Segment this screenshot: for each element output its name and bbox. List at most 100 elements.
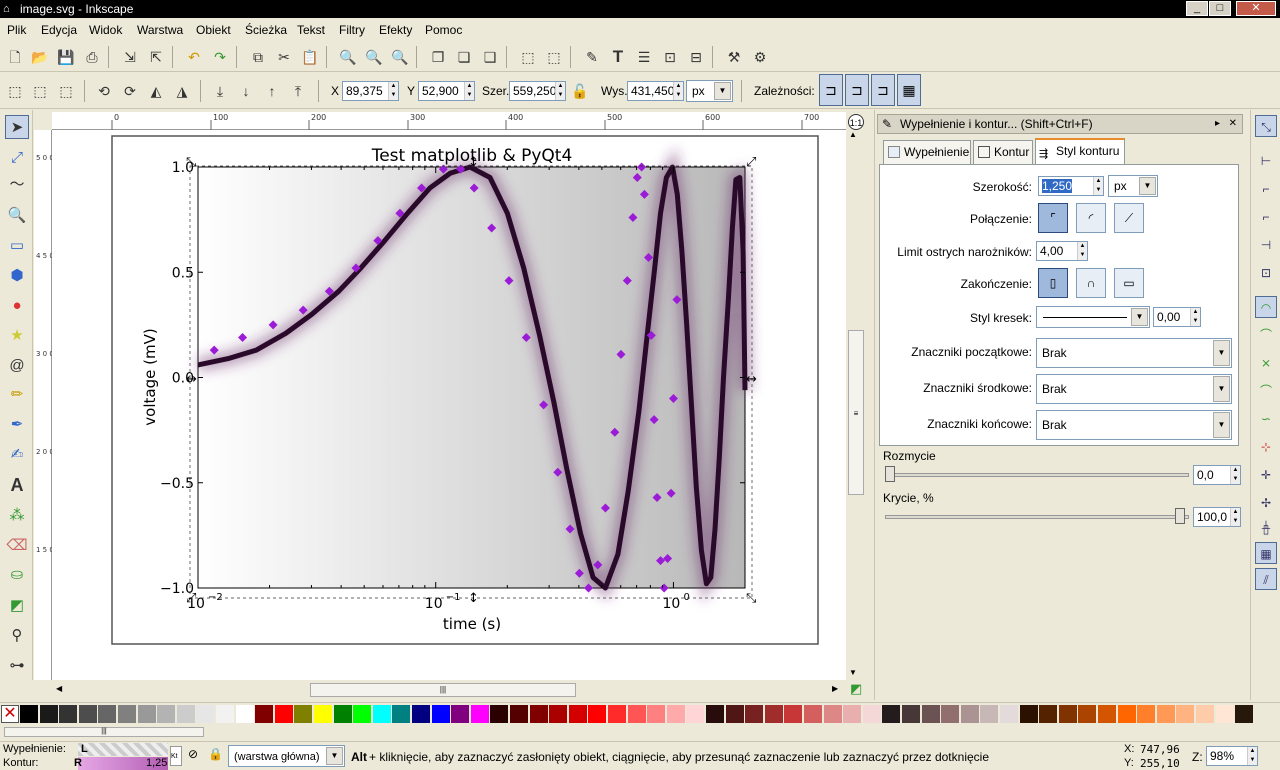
clone-icon[interactable]: ❏ xyxy=(453,46,475,68)
paint-bucket-tool-icon[interactable]: ⛀ xyxy=(5,563,29,587)
color-swatch[interactable] xyxy=(960,705,979,723)
select-all-layers-icon[interactable]: ⬚ xyxy=(29,80,51,102)
document-properties-icon[interactable]: ⚙ xyxy=(749,46,771,68)
snap-enable-icon[interactable]: ⤡ xyxy=(1255,115,1277,137)
close-button[interactable]: ✕ xyxy=(1236,1,1276,16)
menu-file[interactable]: Plik xyxy=(7,23,26,37)
preferences-icon[interactable]: ⚒ xyxy=(723,46,745,68)
opacity-input[interactable]: 100,0 ▲ ▼ xyxy=(1193,507,1241,527)
height-input[interactable]: 431,450 ▲ ▼ xyxy=(627,81,684,101)
color-swatch[interactable] xyxy=(235,705,254,723)
color-swatch[interactable] xyxy=(941,705,960,723)
color-swatch[interactable] xyxy=(647,705,666,723)
start-markers-select[interactable]: Brak ▼ xyxy=(1036,338,1232,368)
unlink-clone-icon[interactable]: ❑ xyxy=(479,46,501,68)
palette-scrollbar[interactable]: ||| xyxy=(0,724,1280,740)
color-swatch[interactable] xyxy=(176,705,195,723)
move-patterns-toggle[interactable]: ▦ xyxy=(897,74,921,106)
menu-help[interactable]: Pomoc xyxy=(425,23,462,37)
menu-filters[interactable]: Filtry xyxy=(339,23,365,37)
color-swatch[interactable] xyxy=(588,705,607,723)
lower-bottom-icon[interactable]: ⤓ xyxy=(209,80,231,102)
snap-bbox-midpoints-icon[interactable]: ⊣ xyxy=(1255,234,1277,256)
color-swatch[interactable] xyxy=(843,705,862,723)
flip-horizontal-icon[interactable]: ◭ xyxy=(145,80,167,102)
snap-guides-icon[interactable]: ⫽ xyxy=(1255,568,1277,590)
scale-stroke-toggle[interactable]: ⊐ xyxy=(819,74,843,106)
ellipse-tool-icon[interactable]: ● xyxy=(5,294,29,318)
no-paint-swatch[interactable]: ✕ xyxy=(1,705,19,723)
rectangle-tool-icon[interactable]: ▭ xyxy=(5,234,29,258)
tweak-tool-icon[interactable]: 〜 xyxy=(5,173,29,197)
blur-slider-knob[interactable] xyxy=(885,466,895,482)
select-all-icon[interactable]: ⬚ xyxy=(4,80,26,102)
text-font-icon[interactable]: T xyxy=(607,46,629,68)
menu-edit[interactable]: Edycja xyxy=(41,23,77,37)
menu-view[interactable]: Widok xyxy=(89,23,122,37)
undo-icon[interactable]: ↶ xyxy=(183,46,205,68)
xml-editor-icon[interactable]: ⊡ xyxy=(659,46,681,68)
blur-slider-track[interactable] xyxy=(885,473,1189,477)
join-round-button[interactable]: ◜ xyxy=(1076,203,1106,233)
snap-rotation-center-icon[interactable]: ✢ xyxy=(1255,492,1277,514)
deselect-icon[interactable]: ⬚ xyxy=(55,80,77,102)
color-swatch[interactable] xyxy=(392,705,411,723)
opacity-slider-knob[interactable] xyxy=(1175,508,1185,524)
color-swatch[interactable] xyxy=(1098,705,1116,723)
color-swatch[interactable] xyxy=(451,705,470,723)
move-gradients-toggle[interactable]: ⊐ xyxy=(871,74,895,106)
color-swatch[interactable] xyxy=(20,705,38,723)
snap-midpoints-icon[interactable]: ⊹ xyxy=(1255,436,1277,458)
y-input[interactable]: 52,900 ▲ ▼ xyxy=(418,81,475,101)
vertical-scrollbar[interactable]: ▲ ≡ ▼ xyxy=(846,130,866,680)
snap-grid-icon[interactable]: ▦ xyxy=(1255,542,1277,564)
redo-icon[interactable]: ↷ xyxy=(209,46,231,68)
color-swatch[interactable] xyxy=(1019,705,1038,723)
fill-indicator-swatch[interactable]: L xyxy=(78,743,168,756)
menu-text[interactable]: Tekst xyxy=(297,23,325,37)
cut-icon[interactable]: ✂ xyxy=(273,46,295,68)
color-swatch[interactable] xyxy=(627,705,646,723)
node-tool-icon[interactable]: ⤢ xyxy=(5,146,29,170)
dialog-collapse-icon[interactable]: ▸ xyxy=(1215,115,1220,133)
gradient-tool-icon[interactable]: ◩ xyxy=(5,594,29,618)
color-swatch[interactable] xyxy=(686,705,705,723)
cap-round-button[interactable]: ∩ xyxy=(1076,268,1106,298)
menu-effects[interactable]: Efekty xyxy=(379,23,412,37)
snap-centers-icon[interactable]: ✛ xyxy=(1255,464,1277,486)
color-swatch[interactable] xyxy=(549,705,568,723)
stroke-width-input[interactable]: 1,250 ▲ ▼ xyxy=(1038,176,1104,196)
raise-top-icon[interactable]: ⤒ xyxy=(287,80,309,102)
spiral-tool-icon[interactable]: @ xyxy=(5,354,29,378)
stroke-unit-select[interactable]: px ▼ xyxy=(1108,175,1158,197)
color-swatch[interactable] xyxy=(706,705,724,723)
color-swatch[interactable] xyxy=(39,705,58,723)
color-swatch[interactable] xyxy=(862,705,881,723)
3d-box-tool-icon[interactable]: ⬢ xyxy=(5,264,29,288)
maximize-button[interactable]: □ xyxy=(1209,1,1231,16)
scale-handle-bottom-right[interactable]: ⤡ xyxy=(746,591,757,606)
scroll-down-icon[interactable]: ▼ xyxy=(849,668,857,677)
color-swatch[interactable] xyxy=(666,705,685,723)
scale-handle-left[interactable]: ↔ xyxy=(186,372,197,387)
color-swatch[interactable] xyxy=(274,705,293,723)
color-swatch[interactable] xyxy=(412,705,430,723)
color-swatch[interactable] xyxy=(1058,705,1077,723)
color-swatch[interactable] xyxy=(98,705,117,723)
color-swatch[interactable] xyxy=(764,705,783,723)
color-swatch[interactable] xyxy=(372,705,391,723)
scroll-right-icon[interactable]: ▶ xyxy=(832,684,838,693)
scale-handle-bottom-left[interactable]: ⤢ xyxy=(186,591,196,606)
x-input[interactable]: 89,375 ▲ ▼ xyxy=(342,81,399,101)
color-swatch[interactable] xyxy=(118,705,136,723)
cap-butt-button[interactable]: ▯ xyxy=(1038,268,1068,298)
color-swatch[interactable] xyxy=(725,705,744,723)
menu-path[interactable]: Ścieżka xyxy=(245,23,287,37)
rotate-cw-icon[interactable]: ⟳ xyxy=(119,80,141,102)
text-tool-icon[interactable]: A xyxy=(5,473,29,497)
rotate-ccw-icon[interactable]: ⟲ xyxy=(93,80,115,102)
color-swatch[interactable] xyxy=(333,705,352,723)
horizontal-scroll-thumb[interactable]: ||| xyxy=(310,683,576,697)
zoom-page-icon[interactable]: 🔍 xyxy=(389,46,411,68)
color-swatch[interactable] xyxy=(353,705,372,723)
